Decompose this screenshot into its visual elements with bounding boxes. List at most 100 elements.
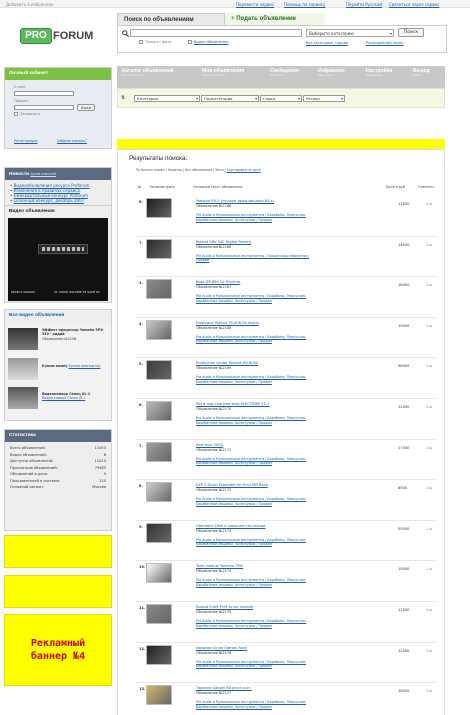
result-category[interactable]: Pro Audio и Музыкальные инструменты / Ба… xyxy=(196,335,321,344)
result-title[interactable]: Классика Roland TR-606 Drumatix xyxy=(196,321,259,325)
result-row[interactable]: 6. Ритм-пэд сэмплер Korg ELECTRIBE ES-1 Об… xyxy=(136,401,436,441)
result-title[interactable]: Oberheim DMX в хорошем состоянии xyxy=(196,524,265,528)
result-title[interactable]: Tone module Yamaha TMX xyxy=(196,564,243,568)
search-input[interactable] xyxy=(130,29,302,37)
result-reply[interactable]: 1 ш xyxy=(426,243,432,247)
result-title[interactable]: Boss DR-880 Dr. Rhythm xyxy=(196,280,240,284)
result-row[interactable]: 6. Yamaha RX-5 (лучшая драм-машина 80-х) О… xyxy=(136,198,436,238)
subcategory-filter[interactable]: Подкатегория ▾ xyxy=(201,95,259,102)
result-reply[interactable]: 1 ш xyxy=(426,283,432,287)
result-reply[interactable]: 1 ш xyxy=(426,202,432,206)
result-thumbnail[interactable] xyxy=(146,360,172,381)
all-videos-title[interactable]: Все видео объявления xyxy=(5,310,111,322)
result-reply[interactable]: 1 ш xyxy=(426,324,432,328)
result-reply[interactable]: 1 ш xyxy=(426,446,432,450)
result-row[interactable]: 5. Production center Roland MV-8000 Объявл… xyxy=(136,360,436,400)
nav-tab-catalog[interactable]: Каталог объявлений Все объявления xyxy=(119,66,176,88)
result-title[interactable]: Yamaha RX-5 (лучшая драм-машина 80-х) xyxy=(196,199,274,203)
login-button[interactable]: Вход xyxy=(77,104,95,111)
region-filter[interactable]: Регион ▾ xyxy=(303,95,345,102)
category-filter[interactable]: Категория ▾ xyxy=(134,95,200,102)
category-select[interactable]: Выберите категорию ▾ xyxy=(306,29,394,37)
video-thumb[interactable] xyxy=(8,387,38,409)
result-thumbnail[interactable] xyxy=(146,319,172,340)
top-link-4[interactable]: Связаться через сервис xyxy=(389,2,439,7)
result-title[interactable]: Roland R-8M PCM Drum module xyxy=(196,605,253,609)
banner-3[interactable] xyxy=(4,575,112,608)
result-thumbnail[interactable] xyxy=(146,198,172,218)
result-title[interactable]: Ритм-пэд сэмплер Korg ELECTRIBE ES-1 xyxy=(196,402,270,406)
result-thumbnail[interactable] xyxy=(146,522,172,543)
result-category[interactable]: Pro Audio и Музыкальные инструменты / Ба… xyxy=(196,497,321,506)
result-reply[interactable]: 1 ш xyxy=(426,364,432,368)
news-archive-link[interactable]: Архив новостей xyxy=(30,172,56,176)
email-field[interactable] xyxy=(14,91,74,96)
result-title[interactable]: EXP-2 Drum Expander for Emu MR-Rack xyxy=(196,483,268,487)
password-field[interactable] xyxy=(14,105,74,110)
result-category[interactable]: Pro Audio и Музыкальные инструменты / Ба… xyxy=(196,213,321,222)
result-row[interactable]: 13. Тарелки Sabian B8 pro в сост. Объявлен… xyxy=(136,685,436,715)
result-title[interactable]: Roland SRV-330 Digital Reverb xyxy=(196,240,251,244)
city-filter[interactable]: Город ▾ xyxy=(260,95,302,102)
result-row[interactable]: 7. Roland SRV-330 Digital Reverb Объявлени… xyxy=(136,238,436,279)
sort-by-date-link[interactable]: Сортировка по дате xyxy=(227,168,261,172)
result-category[interactable]: Pro Audio и Музыкальные инструменты / Ба… xyxy=(196,578,321,587)
result-reply[interactable]: 1 ш xyxy=(426,486,432,490)
result-thumbnail[interactable] xyxy=(146,238,172,259)
top-link-3[interactable]: Перейти Русский xyxy=(346,2,382,7)
result-thumbnail[interactable] xyxy=(146,685,172,706)
result-category[interactable]: Pro Audio и Музыкальные инструменты / Пр… xyxy=(196,254,321,263)
top-link-1[interactable]: Перевести сервис xyxy=(236,2,274,7)
photo-only-checkbox[interactable] xyxy=(139,40,143,44)
video-thumb[interactable] xyxy=(8,328,38,350)
result-category[interactable]: Pro Audio и Музыкальные инструменты / Ба… xyxy=(196,660,321,669)
all-categories-link[interactable]: Все категории, города xyxy=(306,41,348,45)
result-reply[interactable]: 1 ш xyxy=(426,689,432,693)
result-thumbnail[interactable] xyxy=(146,401,172,421)
top-link-2[interactable]: Помощь по сервису xyxy=(284,2,325,7)
remember-checkbox[interactable] xyxy=(14,112,18,116)
nav-tab-logout[interactable]: Выход Выйти xyxy=(410,66,433,88)
result-category[interactable]: Pro Audio и Музыкальные инструменты / Ба… xyxy=(196,619,321,628)
result-row[interactable]: 7. Akai mpc 2000 Объявление №2171 Pro Audio… xyxy=(136,441,436,482)
forgot-password-link[interactable]: Забыли пароль? xyxy=(57,139,87,143)
result-thumbnail[interactable] xyxy=(146,644,172,665)
video-thumb[interactable] xyxy=(8,358,38,380)
result-row[interactable]: 8. EXP-2 Drum Expander for Emu MR-Rack Объ… xyxy=(136,482,436,522)
nav-tab-favorites[interactable]: Избранное Избранные xyxy=(315,66,348,88)
result-category[interactable]: Pro Audio и Музыкальные инструменты / Ба… xyxy=(196,457,321,466)
result-category[interactable]: Pro Audio и Музыкальные инструменты / Ба… xyxy=(196,538,321,547)
result-category[interactable]: Pro Audio и Музыкальные инструменты / Ба… xyxy=(196,375,321,384)
result-category[interactable]: Pro Audio и Музыкальные инструменты / Ба… xyxy=(196,416,321,425)
result-row[interactable]: 11. Roland R-8M PCM Drum module Объявление… xyxy=(136,604,436,644)
site-logo[interactable]: PRO FORUM xyxy=(20,28,100,44)
result-reply[interactable]: 1 ш xyxy=(426,649,432,653)
result-thumbnail[interactable] xyxy=(146,604,172,624)
nav-tab-messages[interactable]: Сообщения Переписка xyxy=(267,66,302,88)
tab-search[interactable]: Поиск по объявлениям xyxy=(117,13,225,25)
result-title[interactable]: Akai mpc 2000 xyxy=(196,443,223,447)
result-reply[interactable]: 1 ш xyxy=(426,567,432,571)
register-link[interactable]: Регистрация xyxy=(14,139,37,143)
result-title[interactable]: Production center Roland MV-8000 xyxy=(196,361,258,365)
result-row[interactable]: 10. Tone module Yamaha TMX Объявление №217… xyxy=(136,563,436,603)
video-only-label[interactable]: Видео объявления xyxy=(194,40,229,44)
extended-search-link[interactable]: Расширенный поиск xyxy=(366,41,404,45)
result-reply[interactable]: 1 ш xyxy=(426,405,432,409)
result-thumbnail[interactable] xyxy=(146,482,172,503)
video-item[interactable]: Видеокамера Canon XL-1 Видео камера Canon… xyxy=(42,392,108,401)
tab-add-ad[interactable]: + Подать объявление xyxy=(225,13,325,25)
result-category[interactable]: Pro Audio и Музыкальные инструменты / Ба… xyxy=(196,294,321,303)
banner-2[interactable] xyxy=(4,535,112,568)
result-row[interactable]: 4. Классика Roland TR-606 Drumatix Объявле… xyxy=(136,319,436,360)
add-favorite-link[interactable]: Добавить в избранное xyxy=(6,2,53,7)
search-button[interactable]: Поиск xyxy=(398,28,424,37)
video-item[interactable]: Эффект процессор Yamaha SPX-330 - ридий О… xyxy=(42,328,108,341)
result-reply[interactable]: 1 ш xyxy=(426,527,432,531)
result-thumbnail[interactable] xyxy=(146,279,172,300)
result-row[interactable]: 9. Oberheim DMX в хорошем состоянии Объявл… xyxy=(136,522,436,563)
result-category[interactable]: Pro Audio и Музыкальные инструменты / Ба… xyxy=(196,700,321,709)
video-item[interactable]: Куплю компу Куплю компьютер xyxy=(42,364,108,368)
result-thumbnail[interactable] xyxy=(146,441,172,462)
result-title[interactable]: Тарелки Sabian B8 pro в сост. xyxy=(196,686,252,690)
